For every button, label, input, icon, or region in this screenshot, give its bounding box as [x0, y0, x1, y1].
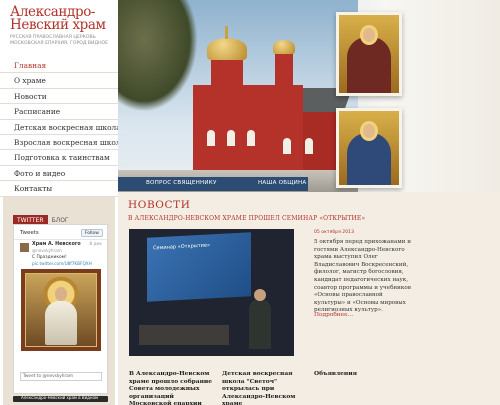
icon-theotokos — [336, 12, 402, 96]
avatar[interactable] — [20, 243, 29, 252]
divider — [14, 239, 107, 240]
church-window — [283, 138, 291, 154]
speaker — [249, 299, 271, 349]
church-dome — [207, 38, 247, 60]
sub-news-item[interactable]: Объявления — [314, 370, 374, 378]
church-cross — [225, 26, 228, 39]
twitter-footer-text: Александро-Невский храм в Видном — [21, 395, 99, 400]
nav-item-adult-school[interactable]: Взрослая воскресная школа — [0, 135, 118, 151]
community-link[interactable]: НАША ОБЩИНА — [258, 180, 306, 186]
icon-head — [360, 25, 378, 45]
icon-robe — [347, 37, 391, 93]
tower-dome — [273, 40, 295, 54]
ask-priest-link[interactable]: ВОПРОС СВЯЩЕННИКУ — [146, 180, 217, 186]
twitter-footer[interactable]: Александро-Невский храм в Видном — [13, 395, 108, 402]
main-nav: Главная О храме Новости Расписание Детск… — [0, 58, 118, 197]
projector-screen: Семинар «Открытие» — [147, 232, 251, 302]
logo-subtitle: Русская православная церковь Московская … — [10, 35, 109, 46]
logo-title: Александро-Невский храм — [10, 4, 106, 33]
tweets-header: Tweets — [20, 230, 39, 236]
twitter-timeline[interactable]: Tweets Follow Храм А. Невского 8 дек @ne… — [13, 224, 108, 394]
icon-head — [360, 121, 378, 141]
church-window — [227, 130, 235, 146]
church-drum — [211, 56, 243, 90]
hero-banner: ВОПРОС СВЯЩЕННИКУ НАША ОБЩИНА — [118, 0, 500, 192]
saint-face — [55, 287, 67, 301]
nav-item-media[interactable]: Фото и видео — [0, 166, 118, 182]
tweet-author[interactable]: Храм А. Невского — [32, 242, 81, 247]
nav-item-about[interactable]: О храме — [0, 73, 118, 89]
sidebar-tabs: TWITTER БЛОГ — [13, 207, 73, 227]
sub-news-item[interactable]: Детская воскресная школа "Светоч" открыл… — [222, 370, 310, 405]
tweet-link[interactable]: pic.twitter.com/U8f7KBFQXH — [32, 261, 92, 266]
site-logo[interactable]: Александро-Невский храм Русская правосла… — [10, 4, 114, 47]
nav-item-kids-school[interactable]: Детская воскресная школа — [0, 120, 118, 135]
news-headline[interactable]: В Александро-Невском храме прошел семина… — [128, 215, 365, 222]
church-image — [163, 26, 353, 180]
church-window — [247, 130, 255, 146]
nav-item-home[interactable]: Главная — [0, 58, 118, 74]
speaker-head — [254, 289, 266, 301]
follow-button[interactable]: Follow — [80, 229, 103, 237]
saint-figure — [45, 301, 77, 345]
table — [139, 325, 229, 345]
read-more-link[interactable]: Подробнее... — [314, 312, 353, 318]
screen-text: Семинар «Открытие» — [153, 242, 211, 252]
news-text: 5 октября перед прихожанами и гостями Ал… — [314, 239, 411, 314]
nav-item-sacraments[interactable]: Подготовка к таинствам — [0, 150, 118, 166]
sidebar-widget: TWITTER БЛОГ Tweets Follow Храм А. Невско… — [3, 197, 115, 405]
section-title: Новости — [128, 199, 191, 211]
main-content: Новости В Александро-Невском храме проше… — [118, 192, 500, 405]
tweet-handle: @nevskyhram — [32, 248, 62, 253]
tweet-input[interactable]: Tweet to @nevskyhram — [20, 372, 102, 381]
church-tower — [275, 52, 293, 92]
tweet-date[interactable]: 8 дек — [89, 242, 102, 247]
nav-item-news[interactable]: Новости — [0, 89, 118, 105]
nav-item-schedule[interactable]: Расписание — [0, 104, 118, 120]
news-photo[interactable]: Семинар «Открытие» — [129, 229, 294, 356]
tweet-image[interactable] — [21, 269, 101, 351]
church-window — [207, 130, 215, 146]
icon-alexander-nevsky — [336, 108, 402, 188]
sub-news-item[interactable]: В Александро-Невском храме прошло собран… — [129, 370, 217, 405]
church-window — [305, 138, 313, 154]
news-date: 05 октября 2013 — [314, 230, 354, 235]
nav-item-contacts[interactable]: Контакты — [0, 181, 118, 197]
